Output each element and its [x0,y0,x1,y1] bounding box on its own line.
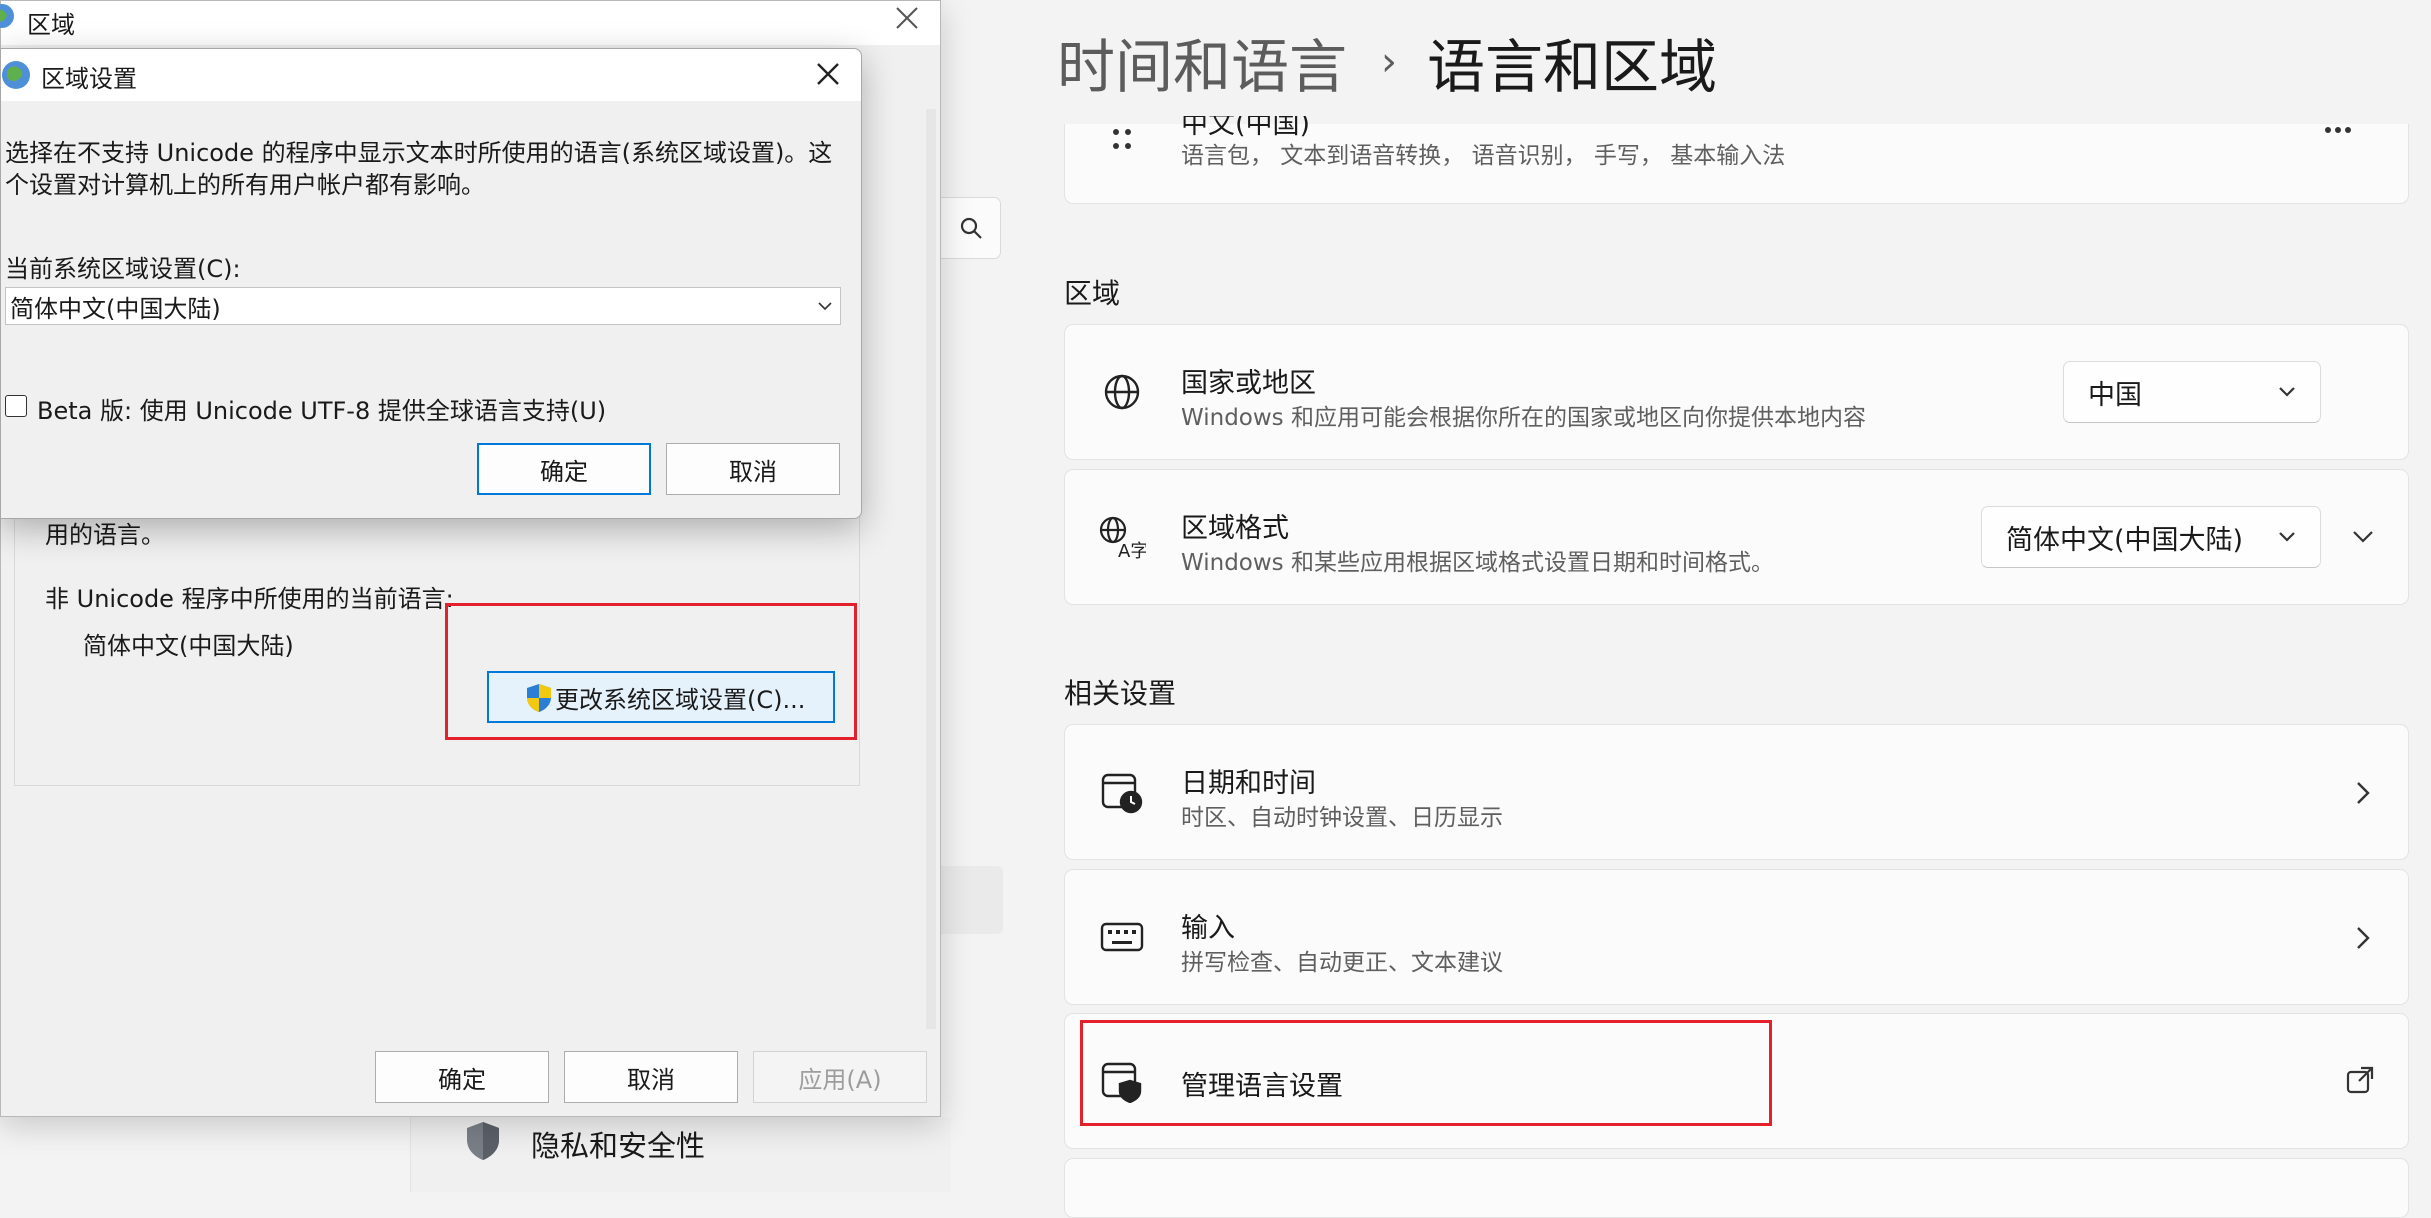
next-card-partial[interactable] [1064,1158,2409,1218]
country-card-title: 国家或地区 [1181,368,1316,399]
input-title: 输入 [1181,913,1235,944]
date-time-title: 日期和时间 [1181,768,1316,799]
search-icon[interactable] [941,197,1001,259]
close-icon[interactable] [815,61,841,87]
svg-text:A字: A字 [1118,541,1146,559]
calendar-clock-icon [1097,767,1147,817]
dialog-description-line1: 选择在不支持 Unicode 的程序中显示文本时所使用的语言(系统区域设置)。这 [5,139,833,167]
dialog-title: 区域设置 [41,65,137,93]
system-locale-select[interactable]: 简体中文(中国大陆) [5,287,841,325]
region-section-label: 区域 [1064,277,1121,310]
country-card-subtitle: Windows 和应用可能会根据你所在的国家或地区向你提供本地内容 [1181,405,1866,431]
close-icon[interactable] [894,5,920,31]
chevron-down-icon [2278,531,2296,543]
date-time-card[interactable]: 日期和时间 时区、自动时钟设置、日历显示 [1064,724,2409,860]
highlight-change-locale [445,603,857,740]
highlight-manage-language [1080,1020,1772,1126]
current-lang-value: 简体中文(中国大陆) [83,632,294,660]
chevron-down-icon [818,301,832,311]
dialog-cancel-button[interactable]: 取消 [666,443,840,495]
shield-icon [463,1120,503,1162]
more-horizontal-icon[interactable] [2324,126,2352,134]
language-format-icon: A字 [1097,512,1147,562]
country-card[interactable]: 国家或地区 Windows 和应用可能会根据你所在的国家或地区向你提供本地内容 … [1064,324,2409,460]
keyboard-icon [1097,912,1147,962]
chevron-right-icon [2356,781,2370,805]
sidebar-selected-item[interactable] [941,866,1003,934]
page-title: 语言和区域 [1427,33,1718,101]
region-ok-button[interactable]: 确定 [375,1051,549,1103]
beta-utf8-checkbox[interactable] [5,395,27,417]
scrollbar[interactable] [926,109,936,1029]
open-external-icon [2346,1066,2374,1094]
globe-app-icon [1,59,33,91]
drag-handle-icon[interactable] [1097,124,1147,154]
breadcrumb-parent[interactable]: 时间和语言 [1057,20,1347,104]
input-card[interactable]: 输入 拼写检查、自动更正、文本建议 [1064,869,2409,1005]
current-locale-label: 当前系统区域设置(C): [5,255,241,283]
expand-chevron-icon[interactable] [2352,530,2374,544]
sidebar-item-label: 隐私和安全性 [531,1129,706,1163]
region-window-titlebar [1,1,940,45]
breadcrumb: 时间和语言 › 语言和区域 [1057,22,1717,102]
country-select-value: 中国 [2088,379,2142,411]
region-cancel-button[interactable]: 取消 [564,1051,738,1103]
globe-app-icon [0,3,15,29]
date-time-subtitle: 时区、自动时钟设置、日历显示 [1181,805,1503,831]
dialog-description-line2: 个设置对计算机上的所有用户帐户都有影响。 [5,171,485,199]
current-lang-label: 非 Unicode 程序中所使用的当前语言: [45,585,454,613]
region-format-subtitle: Windows 和某些应用根据区域格式设置日期和时间格式。 [1181,550,1774,576]
region-format-select[interactable]: 简体中文(中国大陆) [1981,506,2321,568]
globe-icon [1097,367,1147,417]
region-format-card[interactable]: A字 区域格式 Windows 和某些应用根据区域格式设置日期和时间格式。 简体… [1064,469,2409,605]
chevron-right-icon [2356,926,2370,950]
region-apply-button[interactable]: 应用(A) [753,1051,927,1103]
breadcrumb-separator: › [1381,39,1398,85]
partial-text: 用的语言。 [45,521,165,549]
sidebar-item-privacy[interactable]: 隐私和安全性 [410,1117,951,1192]
region-format-select-value: 简体中文(中国大陆) [2006,524,2244,556]
language-card[interactable]: 中文(中国) 语言包， 文本到语音转换， 语音识别， 手写， 基本输入法 [1064,116,2409,204]
dialog-ok-button[interactable]: 确定 [477,443,651,495]
region-window-title: 区域 [27,11,75,39]
input-subtitle: 拼写检查、自动更正、文本建议 [1181,950,1503,976]
related-settings-label: 相关设置 [1064,677,1177,710]
region-format-title: 区域格式 [1181,513,1289,544]
country-select[interactable]: 中国 [2063,361,2321,423]
language-card-subtitle: 语言包， 文本到语音转换， 语音识别， 手写， 基本输入法 [1181,143,1786,169]
beta-utf8-label[interactable]: Beta 版: 使用 Unicode UTF-8 提供全球语言支持(U) [37,391,606,426]
chevron-down-icon [2278,386,2296,398]
region-settings-dialog: 区域设置 选择在不支持 Unicode 的程序中显示文本时所使用的语言(系统区域… [0,48,862,519]
system-locale-value: 简体中文(中国大陆) [10,294,221,323]
